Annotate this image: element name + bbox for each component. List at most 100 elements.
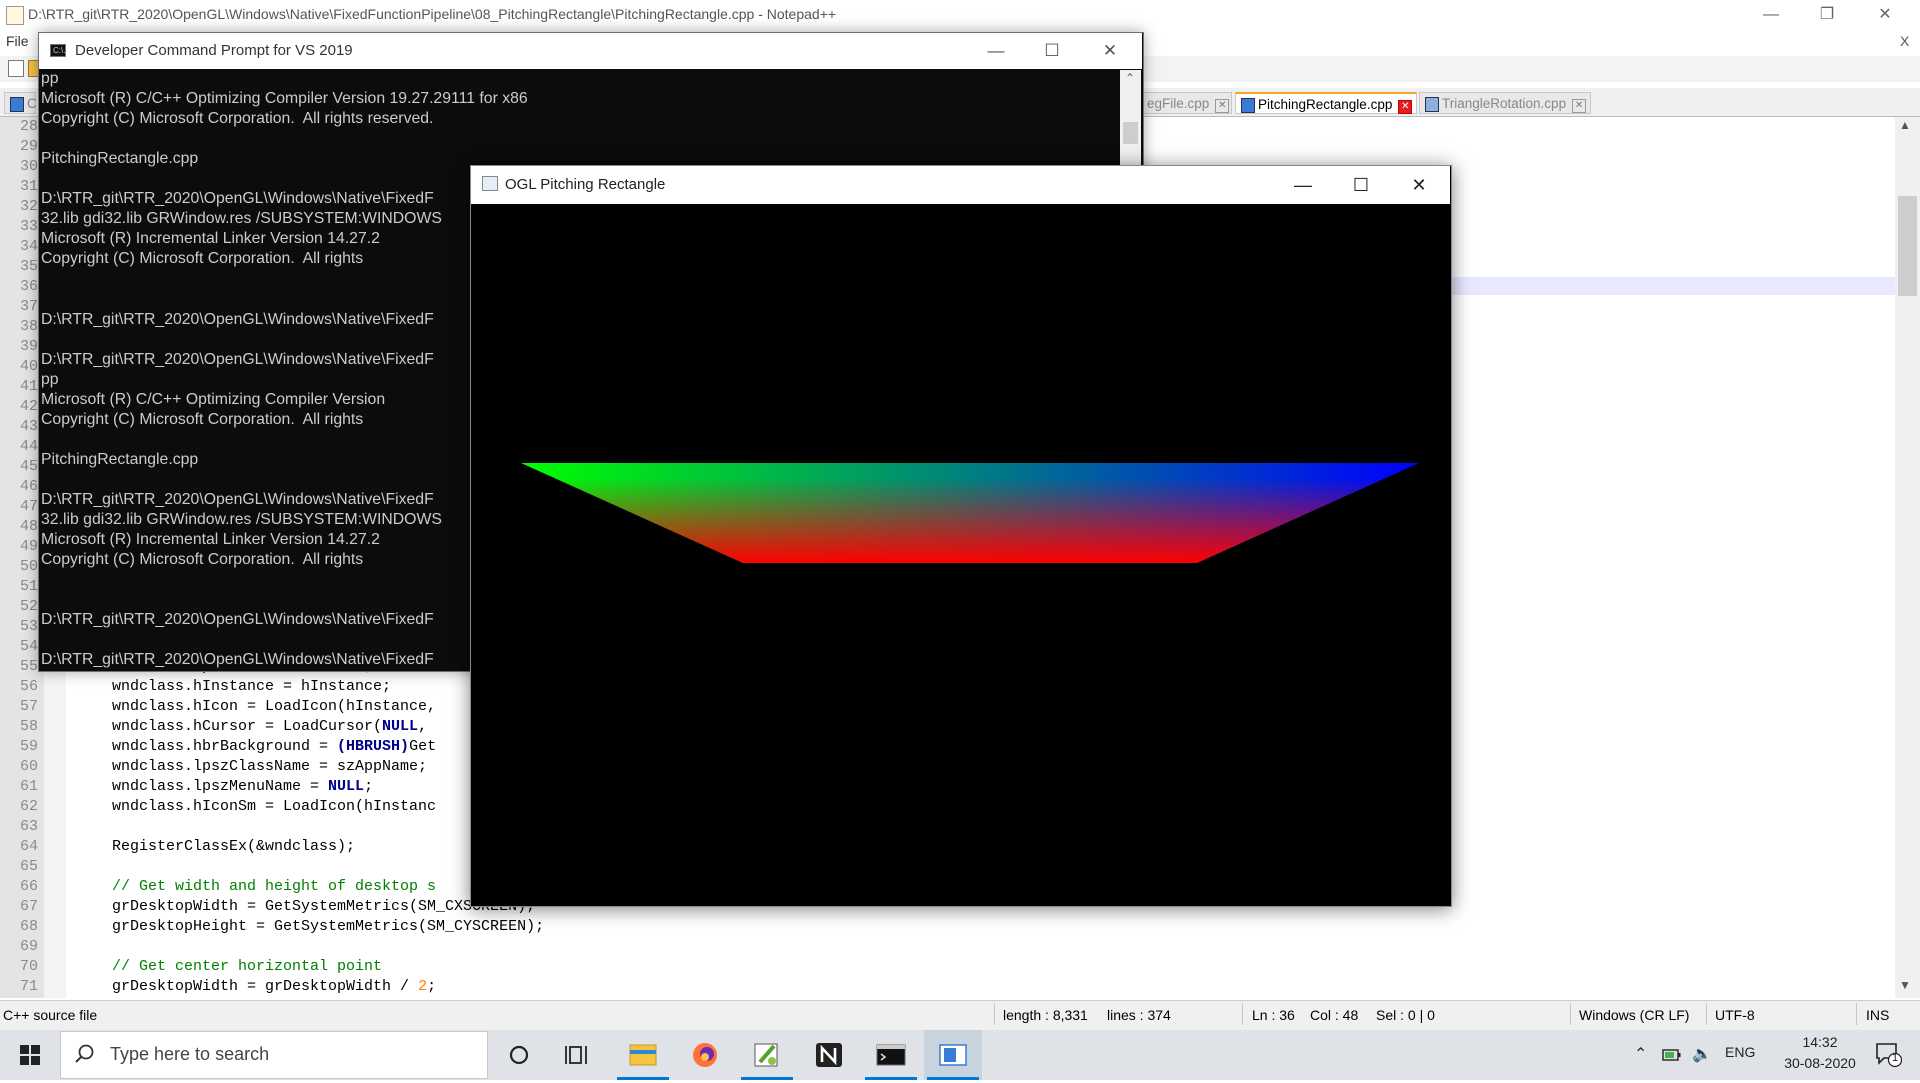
minimize-button[interactable]: — (1748, 0, 1794, 30)
line-number: 33 (19, 218, 38, 235)
status-separator (994, 1003, 995, 1025)
cmd-output-line: PitchingRectangle.cpp (41, 450, 199, 468)
clock-time[interactable]: 14:32 (1790, 1034, 1850, 1050)
start-button[interactable] (0, 1030, 60, 1080)
line-number: 71 (19, 978, 38, 995)
ogl-maximize-button[interactable]: ☐ (1332, 166, 1390, 204)
line-number: 37 (19, 298, 38, 315)
line-number: 45 (19, 458, 38, 475)
line-number: 44 (19, 438, 38, 455)
line-number: 50 (19, 558, 38, 575)
code-text: wndclass.hCursor = LoadCursor( (112, 718, 383, 735)
line-number: 54 (19, 638, 38, 655)
tab-pitchingrectangle[interactable]: PitchingRectangle.cpp ✕ (1235, 92, 1417, 114)
ogl-minimize-button[interactable]: — (1274, 166, 1332, 204)
tab-regfile[interactable]: egFile.cpp ✕ (1142, 92, 1232, 114)
search-icon (74, 1043, 96, 1068)
volume-icon[interactable]: 🔈 (1692, 1044, 1712, 1064)
cmd-output-line: Microsoft (R) Incremental Linker Version… (41, 531, 380, 549)
status-lines: lines : 374 (1107, 1007, 1171, 1023)
line-number: 48 (19, 518, 38, 535)
editor-scroll-thumb[interactable] (1898, 196, 1917, 296)
command-prompt-title: Developer Command Prompt for VS 2019 (75, 42, 353, 59)
opengl-window-icon (939, 1044, 967, 1066)
line-number: 67 (19, 898, 38, 915)
cmd-minimize-button[interactable]: — (968, 33, 1024, 69)
tab-close-icon[interactable]: ✕ (1398, 100, 1413, 114)
line-number: 70 (19, 958, 38, 975)
cmd-scroll-thumb[interactable] (1123, 122, 1138, 144)
tab-trianglerotation[interactable]: TriangleRotation.cpp ✕ (1419, 92, 1591, 114)
cmd-scroll-up-icon[interactable]: ⌃ (1125, 71, 1135, 85)
cmd-output-line: Copyright (C) Microsoft Corporation. All… (41, 110, 434, 128)
ogl-close-button[interactable]: ✕ (1390, 166, 1448, 204)
clock-date[interactable]: 30-08-2020 (1770, 1055, 1870, 1071)
cmd-output-line: Copyright (C) Microsoft Corporation. All… (41, 410, 364, 428)
line-number: 32 (19, 198, 38, 215)
tab-c[interactable]: C (4, 92, 37, 114)
status-separator (1570, 1003, 1571, 1025)
cmd-output-line: D:\RTR_git\RTR_2020\OpenGL\Windows\Nativ… (41, 310, 434, 328)
show-hidden-icons-chevron-icon[interactable]: ⌃ (1634, 1044, 1647, 1064)
taskbar-file-explorer[interactable] (614, 1030, 672, 1080)
line-number: 62 (19, 798, 38, 815)
file-explorer-icon (629, 1044, 657, 1066)
windows-logo-icon (20, 1045, 40, 1065)
opengl-render-canvas[interactable] (471, 204, 1450, 904)
taskbar-netbeans[interactable] (800, 1030, 858, 1080)
line-number: 55 (19, 658, 38, 675)
line-number: 41 (19, 378, 38, 395)
taskbar-notepad-plus-plus[interactable] (738, 1030, 796, 1080)
line-number: 28 (19, 118, 38, 135)
input-language[interactable]: ENG (1725, 1044, 1755, 1060)
taskbar-opengl-app[interactable] (924, 1030, 982, 1080)
close-document-button[interactable]: X (1900, 33, 1909, 49)
code-keyword: NULL (382, 718, 419, 735)
code-keyword: (HBRUSH) (337, 738, 410, 755)
code-keyword: NULL (328, 778, 365, 795)
status-column: Col : 48 (1310, 1007, 1359, 1023)
new-file-icon[interactable] (8, 60, 24, 77)
search-placeholder[interactable]: Type here to search (110, 1044, 269, 1065)
ogl-window-title: OGL Pitching Rectangle (505, 176, 666, 193)
battery-icon[interactable] (1662, 1047, 1682, 1066)
notepad-plus-plus-icon (754, 1043, 778, 1067)
line-number: 29 (19, 138, 38, 155)
code-text: grDesktopWidth = grDesktopWidth / (112, 978, 419, 995)
cmd-output-line: 32.lib gdi32.lib GRWindow.res /SUBSYSTEM… (41, 511, 442, 529)
taskbar-task-view[interactable] (550, 1030, 608, 1080)
tab-close-icon[interactable]: ✕ (1572, 99, 1587, 113)
close-button[interactable]: ✕ (1862, 0, 1908, 30)
tab-close-icon[interactable]: ✕ (1215, 99, 1230, 113)
line-number: 69 (19, 938, 38, 955)
cmd-close-button[interactable]: ✕ (1082, 33, 1138, 69)
cmd-output-line: D:\RTR_git\RTR_2020\OpenGL\Windows\Nativ… (41, 651, 434, 669)
taskbar-command-prompt[interactable] (862, 1030, 920, 1080)
status-line: Ln : 36 (1252, 1007, 1295, 1023)
cmd-output-line: D:\RTR_git\RTR_2020\OpenGL\Windows\Nativ… (41, 350, 434, 368)
cmd-output-line: pp (41, 370, 59, 388)
cmd-output-line: D:\RTR_git\RTR_2020\OpenGL\Windows\Nativ… (41, 491, 434, 509)
line-number: 59 (19, 738, 38, 755)
restore-button[interactable]: ❐ (1804, 0, 1850, 30)
pitching-rectangle-render (521, 463, 1419, 563)
taskbar-firefox[interactable] (676, 1030, 734, 1080)
line-number: 43 (19, 418, 38, 435)
scroll-down-icon[interactable]: ▼ (1899, 978, 1911, 992)
line-number: 53 (19, 618, 38, 635)
scroll-up-icon[interactable]: ▲ (1899, 118, 1911, 132)
code-line-66: // Get width and height of desktop s (112, 878, 437, 895)
status-separator (1242, 1003, 1243, 1025)
line-number: 51 (19, 578, 38, 595)
taskbar-cortana[interactable] (490, 1030, 548, 1080)
status-separator (1856, 1003, 1857, 1025)
code-line-58: wndclass.hCursor = LoadCursor(NULL, (112, 718, 427, 735)
code-line-64: RegisterClassEx(&wndclass); (112, 838, 356, 855)
code-line-61: wndclass.lpszMenuName = NULL; (112, 778, 373, 795)
menu-file[interactable]: File (6, 33, 29, 49)
line-number: 36 (19, 278, 38, 295)
cmd-maximize-button[interactable]: ☐ (1024, 33, 1080, 69)
ogl-app-icon (482, 176, 498, 191)
status-encoding: UTF-8 (1715, 1007, 1755, 1023)
line-number: 40 (19, 358, 38, 375)
